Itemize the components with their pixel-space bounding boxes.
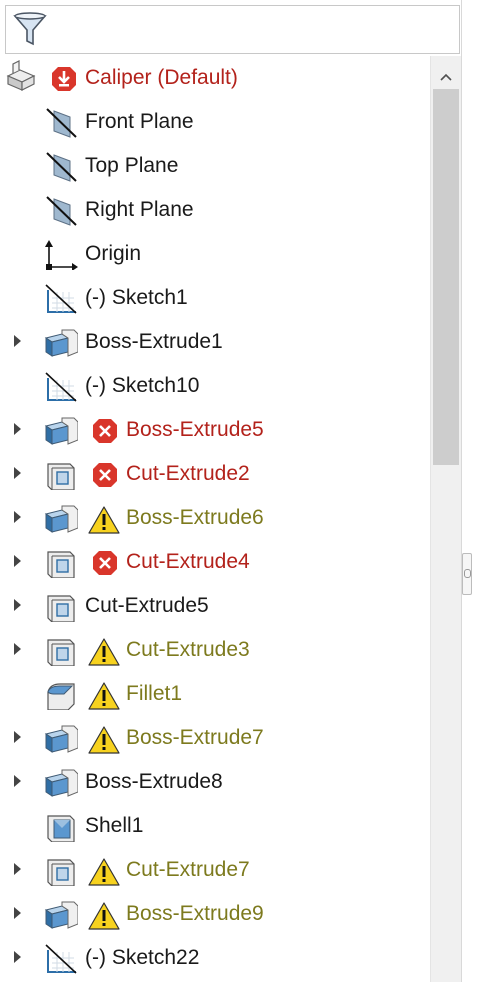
expand-arrow-icon[interactable] [14, 907, 21, 919]
cut-extrude-icon [44, 636, 78, 667]
expand-arrow-icon[interactable] [14, 335, 21, 347]
sketch-icon [44, 284, 78, 314]
warning-icon [88, 506, 120, 534]
fillet-icon [44, 680, 78, 711]
boss-extrude-icon [44, 504, 79, 534]
tree-item[interactable]: Top Plane [0, 144, 430, 188]
tree-item[interactable]: Boss-Extrude5 [0, 408, 430, 452]
panel-right-border [461, 0, 462, 982]
boss-extrude-icon [44, 724, 79, 754]
boss-extrude-icon [44, 328, 79, 358]
tree-item[interactable]: Boss-Extrude7 [0, 716, 430, 760]
expand-arrow-icon[interactable] [14, 599, 21, 611]
warning-icon [88, 726, 120, 754]
boss-extrude-icon [44, 900, 79, 930]
tree-item[interactable]: Cut-Extrude2 [0, 452, 430, 496]
scrollbar-thumb[interactable] [433, 89, 459, 465]
plane-icon [44, 196, 78, 226]
scroll-up-icon[interactable] [440, 68, 452, 86]
tree-item[interactable]: Boss-Extrude8 [0, 760, 430, 804]
tree-item[interactable]: Front Plane [0, 100, 430, 144]
tree-item-label: Cut-Extrude7 [126, 858, 250, 881]
tree-item-label: Origin [85, 242, 142, 265]
tree-item[interactable]: Cut-Extrude5 [0, 584, 430, 628]
tree-item-label: Right Plane [85, 198, 194, 221]
tree-item-label: Cut-Extrude5 [85, 594, 209, 617]
tree-item-label: Boss-Extrude7 [126, 726, 264, 749]
expand-arrow-icon[interactable] [14, 775, 21, 787]
panel-splitter-handle[interactable] [462, 553, 472, 595]
tree-item[interactable]: Right Plane [0, 188, 430, 232]
warning-icon [88, 682, 120, 710]
tree-item-label: Shell1 [85, 814, 144, 837]
tree-item-label: (-) Sketch1 [85, 286, 188, 309]
feature-manager-tree: Caliper (Default) Front Plane Top Plane Rig… [0, 56, 430, 982]
cut-extrude-icon [44, 460, 78, 491]
tree-item-label: Cut-Extrude4 [126, 550, 250, 573]
tree-item[interactable]: Cut-Extrude7 [0, 848, 430, 892]
tree-root-label: Caliper (Default) [85, 66, 238, 89]
boss-extrude-icon [44, 768, 79, 798]
cut-extrude-icon [44, 592, 78, 623]
tree-item[interactable]: Shell1 [0, 804, 430, 848]
error-icon [91, 462, 119, 488]
warning-icon [88, 902, 120, 930]
tree-item-label: Boss-Extrude5 [126, 418, 264, 441]
expand-arrow-icon[interactable] [14, 731, 21, 743]
tree-item-label: Cut-Extrude3 [126, 638, 250, 661]
tree-item-label: Boss-Extrude8 [85, 770, 223, 793]
tree-item-label: Fillet1 [126, 682, 183, 705]
boss-extrude-icon [44, 416, 79, 446]
expand-arrow-icon[interactable] [14, 423, 21, 435]
expand-arrow-icon[interactable] [14, 863, 21, 875]
rebuild-error-icon [50, 65, 78, 91]
expand-arrow-icon[interactable] [14, 467, 21, 479]
tree-item[interactable]: Fillet1 [0, 672, 430, 716]
warning-icon [88, 638, 120, 666]
shell-icon [44, 812, 78, 843]
tree-item[interactable]: (-) Sketch1 [0, 276, 430, 320]
tree-item[interactable]: (-) Sketch10 [0, 364, 430, 408]
part-icon [4, 60, 38, 91]
expand-arrow-icon[interactable] [14, 555, 21, 567]
tree-item-label: (-) Sketch22 [85, 946, 200, 969]
tree-item-label: Boss-Extrude6 [126, 506, 264, 529]
cut-extrude-icon [44, 856, 78, 887]
vertical-scrollbar[interactable] [430, 56, 461, 982]
tree-item-label: Top Plane [85, 154, 179, 177]
filter-icon[interactable] [13, 12, 47, 53]
tree-item-label: Cut-Extrude2 [126, 462, 250, 485]
sketch-icon [44, 372, 78, 402]
tree-item[interactable]: (-) Sketch22 [0, 936, 430, 980]
expand-arrow-icon[interactable] [14, 511, 21, 523]
tree-item-label: (-) Sketch10 [85, 374, 200, 397]
tree-item[interactable]: Boss-Extrude9 [0, 892, 430, 936]
tree-item[interactable]: Boss-Extrude1 [0, 320, 430, 364]
tree-item-label: Boss-Extrude9 [126, 902, 264, 925]
tree-root-part[interactable]: Caliper (Default) [0, 56, 430, 100]
error-icon [91, 418, 119, 444]
tree-item[interactable]: Boss-Extrude6 [0, 496, 430, 540]
tree-item-label: Boss-Extrude1 [85, 330, 223, 353]
tree-item-label: Front Plane [85, 110, 194, 133]
tree-item[interactable]: Origin [0, 232, 430, 276]
tree-item[interactable]: Cut-Extrude4 [0, 540, 430, 584]
tree-item[interactable]: Cut-Extrude3 [0, 628, 430, 672]
sketch-icon [44, 944, 78, 974]
warning-icon [88, 858, 120, 886]
expand-arrow-icon[interactable] [14, 643, 21, 655]
plane-icon [44, 108, 78, 138]
tree-filter-bar[interactable] [5, 5, 460, 54]
plane-icon [44, 152, 78, 182]
error-icon [91, 550, 119, 576]
cut-extrude-icon [44, 548, 78, 579]
origin-icon [44, 240, 78, 271]
expand-arrow-icon[interactable] [14, 951, 21, 963]
